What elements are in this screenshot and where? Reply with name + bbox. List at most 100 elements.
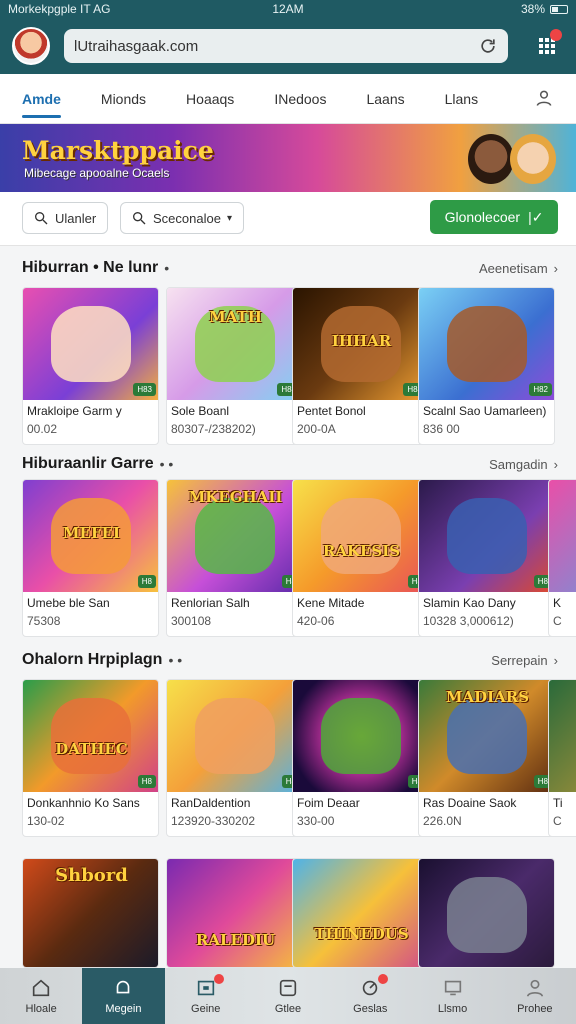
section-header: Ohalorn Hrpiplagn • • Serrepain › — [22, 648, 558, 672]
rating-badge: H8 — [137, 575, 156, 588]
game-art-text: Shbord — [55, 865, 128, 886]
see-all-link[interactable]: Samgadin — [489, 457, 548, 472]
search-icon — [133, 212, 146, 225]
game-art — [195, 498, 275, 574]
game-title: Ti — [553, 796, 563, 810]
chevron-right-icon[interactable]: › — [554, 261, 558, 276]
app-header — [0, 18, 576, 74]
nav-label: Geslas — [353, 1003, 388, 1015]
search-bar[interactable] — [64, 29, 508, 63]
game-title: Pentet Bonol — [297, 404, 366, 418]
game-art — [321, 698, 401, 774]
game-thumbnail: RAKESIS H8 — [293, 480, 428, 592]
game-card[interactable]: MKEGHAII H8 Renlorian Salh 300108 — [166, 479, 303, 637]
game-card[interactable]: MATH H83 Sole Boanl 80307-/238202) — [166, 287, 303, 445]
section-title: Hiburran • Ne lunr — [22, 259, 159, 276]
search-input[interactable] — [74, 37, 478, 55]
nav-label: Prohee — [517, 1003, 553, 1015]
game-art-text: MATH — [209, 308, 262, 326]
tab-amde[interactable]: Amde — [22, 74, 61, 124]
game-thumbnail: IHHAR H83 — [293, 288, 428, 400]
game-card[interactable]: Shbord — [22, 858, 159, 968]
game-art — [447, 877, 527, 953]
chevron-right-icon[interactable]: › — [554, 653, 558, 668]
game-card[interactable]: RALEDIU — [166, 858, 303, 968]
game-art — [447, 698, 527, 774]
game-thumbnail: H8 — [167, 680, 302, 792]
nav-gtlee[interactable]: Gtlee — [247, 968, 329, 1024]
nav-home[interactable]: Hloale — [0, 968, 82, 1024]
game-price: 10328 3,000612) — [423, 614, 514, 628]
tab-laans[interactable]: Laans — [366, 74, 404, 124]
game-art-text: DATHEC — [55, 740, 128, 758]
game-title: Kene Mitade — [297, 596, 365, 610]
game-art — [447, 306, 527, 382]
rating-badge: H82 — [529, 383, 552, 396]
game-card[interactable]: DATHEC H8 Donkanhnio Ko Sans 130-02 — [22, 679, 159, 837]
rating-badge: H83 — [133, 383, 156, 396]
filter-bar: Ulanler Sceconaloe ▾ Glonolecoer |✓ — [0, 192, 576, 246]
refresh-icon[interactable] — [478, 36, 498, 56]
game-card[interactable]: H8 Slamin Kao Dany 10328 3,000612) — [418, 479, 555, 637]
game-card[interactable]: THINEDUS — [292, 858, 429, 968]
game-title: Umebe ble San — [27, 596, 110, 610]
banner-subtitle: Mibecage apooalne Ocaels — [24, 166, 170, 180]
game-card[interactable]: H8 Foim Deaar 330-00 — [292, 679, 429, 837]
game-title: Sole Boanl — [171, 404, 230, 418]
game-price: 130-02 — [27, 814, 65, 828]
game-title: Ras Doaine Saok — [423, 796, 517, 810]
nav-geslas[interactable]: Geslas — [329, 968, 411, 1024]
section-title: Ohalorn Hrpiplagn — [22, 651, 163, 668]
game-title: Slamin Kao Dany — [423, 596, 516, 610]
section-header: Hiburran • Ne lunr • Aeenetisam › — [22, 256, 558, 280]
game-card[interactable]: K C — [548, 479, 576, 637]
tab-llans[interactable]: Llans — [445, 74, 478, 124]
marketplace-banner[interactable]: Marsktppaice Mibecage apooalne Ocaels — [0, 124, 576, 192]
nav-prohee[interactable]: Prohee — [494, 968, 576, 1024]
user-icon — [526, 979, 543, 997]
game-art-text: MADIARS — [445, 688, 530, 706]
primary-action-button[interactable]: Glonolecoer |✓ — [430, 200, 558, 234]
tab-inedoos[interactable]: INedoos — [274, 74, 326, 124]
tab-hoaaqs[interactable]: Hoaaqs — [186, 74, 234, 124]
nav-llsmo[interactable]: Llsmo — [411, 968, 493, 1024]
profile-icon[interactable] — [534, 88, 554, 108]
nav-label: Gtlee — [274, 1003, 302, 1015]
game-thumbnail: DATHEC H8 — [23, 680, 158, 792]
game-art — [447, 498, 527, 574]
game-card[interactable]: MADIARS H8 Ras Doaine Saok 226.0N — [418, 679, 555, 837]
chip-label: Sceconaloe — [153, 210, 221, 226]
search-filter-chip[interactable]: Ulanler — [22, 202, 108, 234]
game-card[interactable]: IHHAR H83 Pentet Bonol 200-0A — [292, 287, 429, 445]
section-header: Hiburaanlir Garre • • Samgadin › — [22, 452, 558, 476]
card-row: Shbord RALEDIU THINEDUS — [22, 858, 576, 968]
game-title: Foim Deaar — [297, 796, 360, 810]
avatar[interactable] — [12, 27, 50, 65]
game-thumbnail: Shbord — [23, 859, 158, 967]
game-art-text: RALEDIU — [195, 931, 276, 949]
apps-grid-button[interactable] — [530, 29, 564, 63]
nav-label: Megein — [105, 1003, 142, 1015]
status-battery-text: 38% — [520, 2, 545, 16]
game-thumbnail: MEFEI H8 — [23, 480, 158, 592]
game-card[interactable]: H82 Scalnl Sao Uamarleen) 836 00 — [418, 287, 555, 445]
game-thumbnail: MATH H83 — [167, 288, 302, 400]
notification-dot — [378, 974, 389, 984]
chevron-right-icon[interactable]: › — [554, 457, 558, 472]
game-card[interactable]: RAKESIS H8 Kene Mitade 420-06 — [292, 479, 429, 637]
sort-filter-chip[interactable]: Sceconaloe ▾ — [120, 202, 244, 234]
game-card[interactable] — [418, 858, 555, 968]
see-all-link[interactable]: Aeenetisam — [479, 261, 548, 276]
game-title: K — [553, 596, 562, 610]
game-price: C — [553, 614, 562, 628]
game-price: 75308 — [27, 614, 61, 628]
banner-character-illustration — [510, 134, 556, 184]
game-card[interactable]: H83 Mrakloipe Garm y 00.02 — [22, 287, 159, 445]
see-all-link[interactable]: Serrepain — [491, 653, 547, 668]
nav-geine[interactable]: Geine — [165, 968, 247, 1024]
tab-mionds[interactable]: Mionds — [101, 74, 146, 124]
game-card[interactable]: Ti C — [548, 679, 576, 837]
game-card[interactable]: H8 RanDaldention 123920-330202 — [166, 679, 303, 837]
game-card[interactable]: MEFEI H8 Umebe ble San 75308 — [22, 479, 159, 637]
nav-megein[interactable]: Megein — [82, 968, 165, 1024]
